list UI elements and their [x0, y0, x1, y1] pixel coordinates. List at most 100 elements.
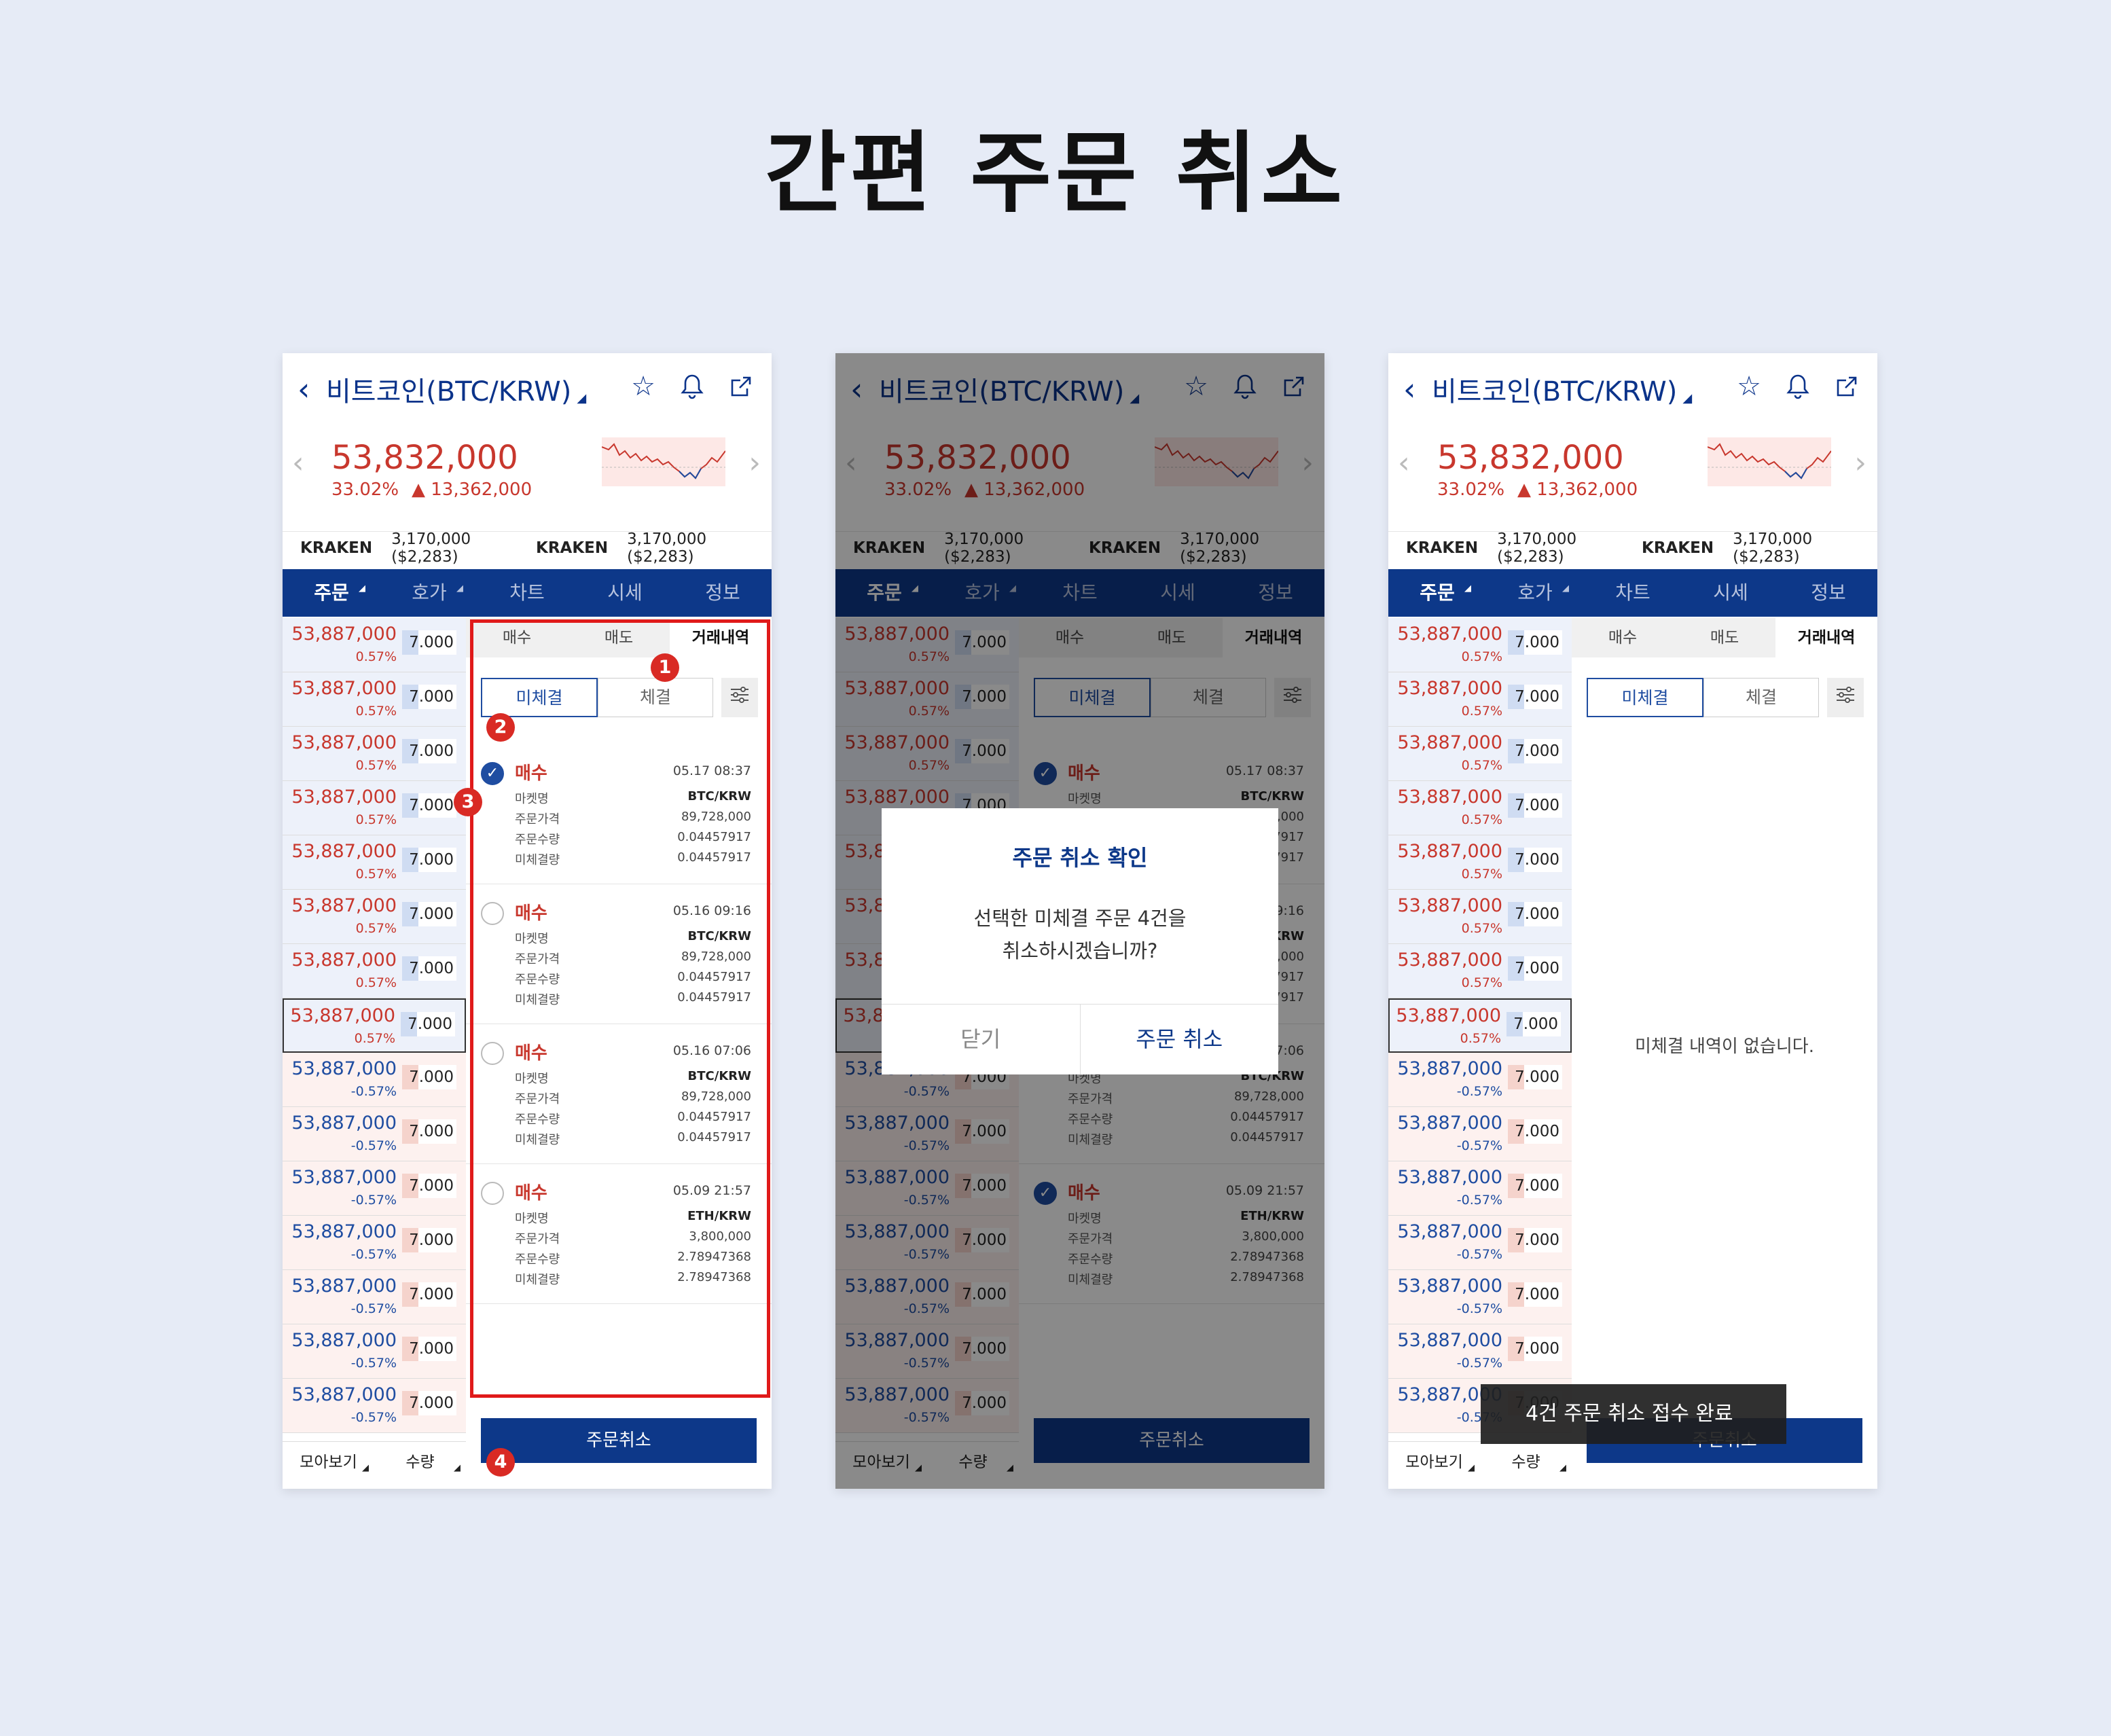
orderbook-price: 53,887,000: [1397, 1276, 1502, 1297]
cancel-confirm-dialog: 주문 취소 확인 선택한 미체결 주문 4건을 취소하시겠습니까? 닫기 주문 취소: [882, 808, 1278, 1074]
group-view-button[interactable]: 모아보기 ◢: [283, 1442, 374, 1489]
orderbook-row[interactable]: 53,887,000 -0.57% 7.000: [1388, 1216, 1572, 1270]
orderbook-row[interactable]: 53,887,000 -0.57% 7.000: [283, 1107, 466, 1161]
coin-name[interactable]: 비트코인(BTC/KRW): [1432, 369, 1677, 409]
tab-chart[interactable]: 차트: [478, 569, 576, 617]
tab-order[interactable]: 주문 ◢: [283, 569, 380, 617]
orderbook-row[interactable]: 53,887,000 0.57% 7.000: [283, 672, 466, 727]
exchange-price: 3,170,000 ($2,283): [627, 530, 707, 566]
subtab-buy[interactable]: 매수: [1572, 618, 1674, 657]
orderbook-row[interactable]: 53,887,000 0.57% 7.000: [1388, 944, 1572, 998]
orderbook-row[interactable]: 53,887,000 -0.57% 7.000: [283, 1324, 466, 1379]
orderbook-change: 0.57%: [1461, 867, 1502, 882]
change-rate: 33.02%: [1437, 480, 1505, 500]
orderbook-change: 0.57%: [1461, 704, 1502, 719]
segment-filled[interactable]: 체결: [1703, 678, 1819, 717]
share-icon[interactable]: [725, 371, 757, 402]
orderbook-price: 53,887,000: [1397, 786, 1502, 808]
close-button[interactable]: 닫기: [882, 1005, 1081, 1074]
orderbook-row[interactable]: 53,887,000 0.57% 7.000: [283, 618, 466, 672]
orderbook-volume: 7.000: [1508, 848, 1562, 872]
tab-quote[interactable]: 시세: [1682, 569, 1780, 617]
orderbook-price: 53,887,000: [1397, 1330, 1502, 1351]
tab-chart[interactable]: 차트: [1584, 569, 1682, 617]
orderbook-row[interactable]: 53,887,000 0.57% 7.000: [1388, 835, 1572, 890]
quantity-button[interactable]: 수량 ◢: [1480, 1442, 1572, 1489]
orderbook-price: 53,887,000: [290, 1005, 395, 1026]
back-icon[interactable]: ‹: [297, 371, 326, 408]
orderbook-row[interactable]: 53,887,000 0.57% 7.000: [283, 835, 466, 890]
tab-label: 정보: [1811, 581, 1846, 604]
dropdown-triangle-icon[interactable]: ◢: [577, 391, 586, 405]
orderbook-row[interactable]: 53,887,000 -0.57% 7.000: [283, 1053, 466, 1107]
orderbook-row[interactable]: 53,887,000 -0.57% 7.000: [1388, 1270, 1572, 1324]
orderbook-row[interactable]: 53,887,000 0.57% 7.000: [1388, 890, 1572, 944]
bell-icon[interactable]: [676, 371, 708, 402]
orderbook-price: 53,887,000: [291, 1330, 397, 1351]
orderbook-price: 53,887,000: [291, 623, 397, 645]
app-header: ‹ 비트코인(BTC/KRW) ◢ ☆: [1388, 353, 1877, 425]
tab-order[interactable]: 주문 ◢: [1388, 569, 1486, 617]
step-badge: 1: [651, 653, 679, 682]
orderbook-change: -0.57%: [350, 1138, 397, 1153]
tab-info[interactable]: 정보: [674, 569, 772, 617]
orderbook-volume: 7.000: [1508, 1065, 1562, 1089]
coin-name[interactable]: 비트코인(BTC/KRW): [326, 369, 571, 409]
dropdown-triangle-icon[interactable]: ◢: [1682, 391, 1692, 405]
prev-coin-icon[interactable]: ‹: [1398, 446, 1410, 480]
orderbook-row[interactable]: 53,887,000 -0.57% 7.000: [283, 1270, 466, 1324]
next-coin-icon[interactable]: ›: [748, 446, 761, 480]
dropdown-triangle-icon: ◢: [456, 583, 463, 594]
bell-icon[interactable]: [1782, 371, 1814, 402]
orderbook-row[interactable]: 53,887,000 -0.57% 7.000: [1388, 1161, 1572, 1216]
orderbook-row[interactable]: 53,887,000 -0.57% 7.000: [283, 1216, 466, 1270]
app-header: ‹ 비트코인(BTC/KRW) ◢ ☆: [283, 353, 772, 425]
next-coin-icon[interactable]: ›: [1854, 446, 1866, 480]
orderbook-row[interactable]: 53,887,000 -0.57% 7.000: [283, 1379, 466, 1433]
orderbook-row[interactable]: 53,887,000 0.57% 7.000: [283, 890, 466, 944]
subtab-sell[interactable]: 매도: [1674, 618, 1775, 657]
orderbook-row[interactable]: 53,887,000 -0.57% 7.000: [283, 1161, 466, 1216]
orderbook-change: -0.57%: [1456, 1301, 1502, 1316]
subtab-history[interactable]: 거래내역: [1775, 618, 1877, 657]
orderbook-volume: 7.000: [1506, 1012, 1561, 1036]
orderbook-row[interactable]: 53,887,000 0.57% 7.000: [283, 727, 466, 781]
tab-orderbook[interactable]: 호가 ◢: [1486, 569, 1584, 617]
filter-icon[interactable]: [1827, 678, 1864, 717]
orderbook-row[interactable]: 53,887,000 -0.57% 7.000: [1388, 1053, 1572, 1107]
cancel-order-button[interactable]: 주문취소: [481, 1418, 757, 1463]
tab-quote[interactable]: 시세: [576, 569, 674, 617]
orderbook-volume: 7.000: [1508, 1228, 1562, 1252]
footer-label: 모아보기: [300, 1453, 357, 1471]
footer-label: 모아보기: [1405, 1453, 1463, 1471]
orderbook-row[interactable]: 53,887,000 -0.57% 7.000: [1388, 1107, 1572, 1161]
orderbook-row[interactable]: 53,887,000 0.57% 7.000: [283, 781, 466, 835]
orderbook-row[interactable]: 53,887,000 0.57% 7.000: [283, 998, 466, 1053]
share-icon[interactable]: [1831, 371, 1862, 402]
tab-orderbook[interactable]: 호가 ◢: [380, 569, 478, 617]
orderbook-row[interactable]: 53,887,000 -0.57% 7.000: [1388, 1324, 1572, 1379]
confirm-cancel-button[interactable]: 주문 취소: [1081, 1005, 1279, 1074]
orderbook-row[interactable]: 53,887,000 0.57% 7.000: [1388, 781, 1572, 835]
orderbook-row[interactable]: 53,887,000 0.57% 7.000: [1388, 998, 1572, 1053]
back-icon[interactable]: ‹: [1403, 371, 1432, 408]
tab-info[interactable]: 정보: [1780, 569, 1877, 617]
star-icon[interactable]: ☆: [628, 371, 659, 402]
orderbook-row[interactable]: 53,887,000 0.57% 7.000: [283, 944, 466, 998]
quantity-button[interactable]: 수량 ◢: [374, 1442, 466, 1489]
order-subtabs: 매수 매도 거래내역: [1572, 618, 1877, 657]
orderbook-row[interactable]: 53,887,000 0.57% 7.000: [1388, 727, 1572, 781]
segment-unfilled[interactable]: 미체결: [1587, 678, 1703, 717]
price-panel: ‹ 53,832,000 33.02% ▲ 13,362,000 ›: [1388, 425, 1877, 509]
orderbook-change: 0.57%: [1461, 921, 1502, 936]
orderbook-list: 53,887,000 0.57% 7.000 53,887,000 0.57% 7.000…: [1388, 618, 1572, 1433]
prev-coin-icon[interactable]: ‹: [292, 446, 304, 480]
group-view-button[interactable]: 모아보기 ◢: [1388, 1442, 1480, 1489]
empty-message: 미체결 내역이 없습니다.: [1635, 1036, 1814, 1057]
star-icon[interactable]: ☆: [1733, 371, 1765, 402]
orderbook-change: 0.57%: [354, 1031, 395, 1046]
change-rate: 33.02%: [331, 480, 399, 500]
orderbook-row[interactable]: 53,887,000 0.57% 7.000: [1388, 618, 1572, 672]
orderbook-row[interactable]: 53,887,000 0.57% 7.000: [1388, 672, 1572, 727]
sparkline-chart: [1707, 437, 1832, 486]
